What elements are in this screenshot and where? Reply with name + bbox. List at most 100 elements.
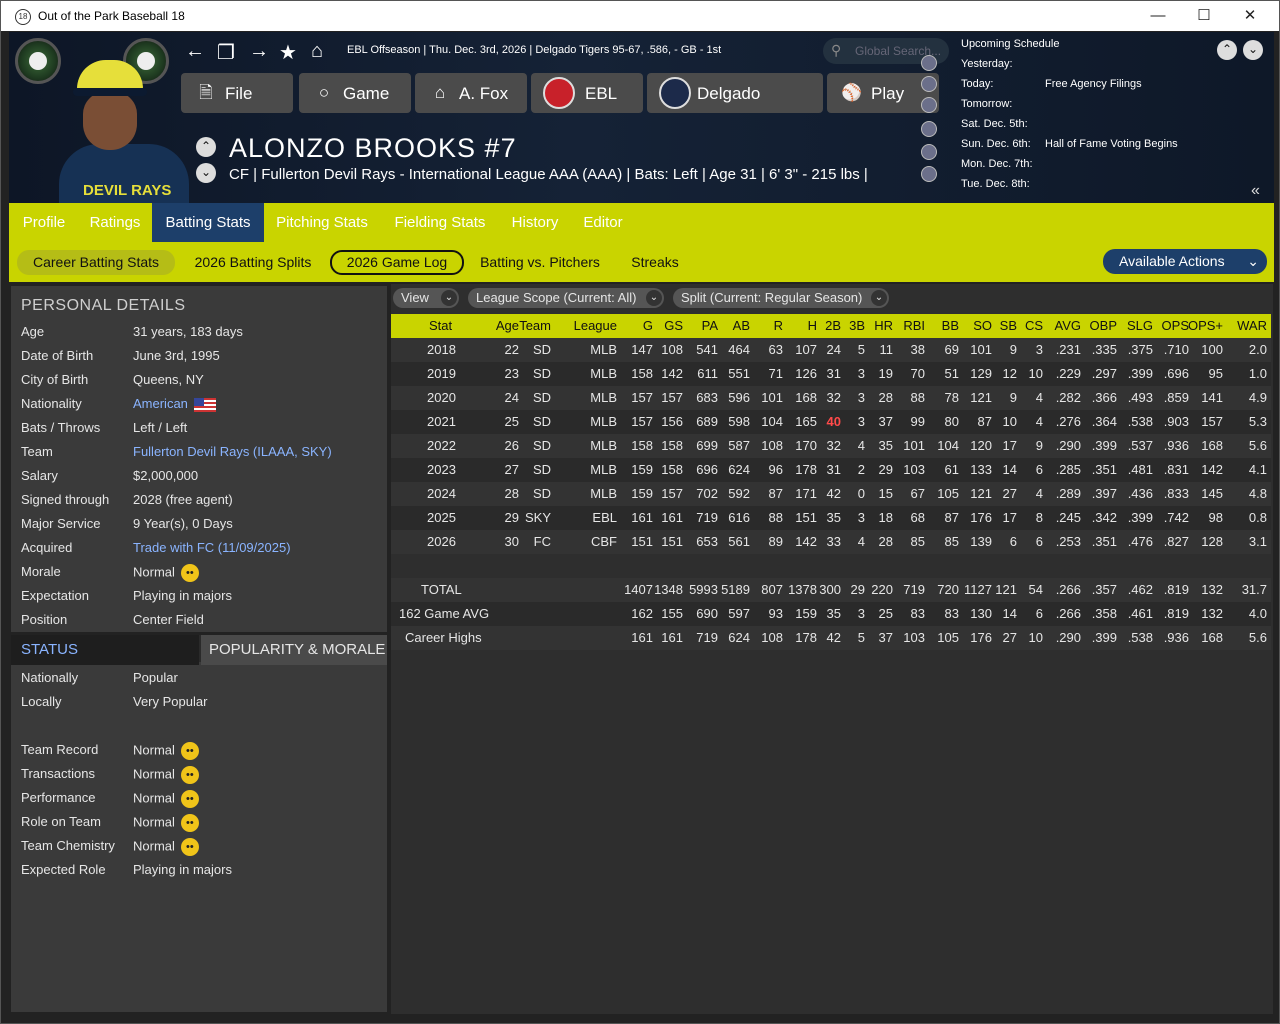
maximize-icon[interactable]: ☐: [1181, 1, 1227, 31]
copy-icon[interactable]: ❐: [217, 40, 235, 65]
team-button[interactable]: Delgado: [647, 73, 823, 113]
subtab-game-log[interactable]: 2026 Game Log: [330, 250, 464, 275]
subtab-streaks[interactable]: Streaks: [623, 250, 687, 275]
table-cell: 132: [1201, 606, 1223, 621]
tab-editor[interactable]: Editor: [571, 203, 635, 242]
close-icon[interactable]: ✕: [1227, 1, 1273, 31]
column-header[interactable]: AB: [733, 318, 750, 333]
tab-history[interactable]: History: [503, 203, 567, 242]
table-row[interactable]: 2020 24 SD MLB 157 157 683 596 101 168 32 3 28 88 78 12…: [391, 386, 1271, 410]
column-header[interactable]: PA: [702, 318, 718, 333]
trade-link[interactable]: Trade with FC (11/09/2025): [133, 540, 291, 555]
previous-player-icon[interactable]: ⌃: [196, 137, 216, 157]
table-cell: 25: [504, 414, 519, 429]
tab-profile[interactable]: Profile: [9, 203, 79, 242]
column-header[interactable]: SB: [1000, 318, 1017, 333]
schedule-up-icon[interactable]: ⌃: [1217, 40, 1237, 60]
team-link[interactable]: Fullerton Devil Rays (ILAAA, SKY): [133, 444, 332, 459]
column-header[interactable]: 2B: [825, 318, 841, 333]
tab-pitching-stats[interactable]: Pitching Stats: [265, 203, 379, 242]
table-row[interactable]: 2025 29 SKY EBL 161 161 719 616 88 151 35 3 18 68 87 17…: [391, 506, 1271, 530]
table-row[interactable]: 2026 30 FC CBF 151 151 653 561 89 142 33 4 28 85 85 139…: [391, 530, 1271, 554]
column-header[interactable]: AVG: [1055, 318, 1082, 333]
table-cell: 616: [728, 510, 750, 525]
tab-status[interactable]: STATUS: [11, 635, 199, 665]
table-cell: 168: [795, 390, 817, 405]
table-row[interactable]: 2022 26 SD MLB 158 158 699 587 108 170 32 4 35 101 104…: [391, 434, 1271, 458]
nationality-link[interactable]: American: [133, 396, 216, 412]
table-cell: .710: [1163, 342, 1189, 357]
table-cell: 87: [768, 486, 783, 501]
table-row[interactable]: 162 Game AVG 162 155 690 597 93 159 35 3 25 83 83 13…: [391, 602, 1271, 626]
league-mini-icon: [921, 166, 937, 182]
column-header[interactable]: OPS: [1162, 318, 1189, 333]
column-header[interactable]: H: [808, 318, 817, 333]
table-cell: 35: [878, 438, 893, 453]
table-row[interactable]: 2024 28 SD MLB 159 157 702 592 87 171 42 0 15 67 105 12…: [391, 482, 1271, 506]
schedule-down-icon[interactable]: ⌄: [1243, 40, 1263, 60]
column-header[interactable]: Stat: [429, 318, 452, 333]
column-header[interactable]: SO: [973, 318, 992, 333]
table-row[interactable]: 2023 27 SD MLB 159 158 696 624 96 178 31 2 29 103 61 13…: [391, 458, 1271, 482]
tab-popularity-morale[interactable]: POPULARITY & MORALE: [201, 635, 387, 665]
table-row[interactable]: TOTAL 1407 1348 5993 5189 807 1378 300 29 220 719 7…: [391, 578, 1271, 602]
column-header[interactable]: GS: [664, 318, 683, 333]
forward-arrow-icon[interactable]: →: [249, 40, 269, 63]
column-header[interactable]: Team: [519, 318, 551, 333]
column-header[interactable]: League: [574, 318, 617, 333]
collapse-icon[interactable]: «: [1251, 182, 1260, 200]
view-dropdown[interactable]: View ⌄: [393, 288, 459, 308]
schedule-row: Tomorrow:: [961, 98, 1013, 110]
table-cell: .366: [1091, 390, 1117, 405]
table-cell: 108: [661, 342, 683, 357]
tab-batting-stats[interactable]: Batting Stats: [152, 203, 264, 242]
column-header[interactable]: G: [643, 318, 653, 333]
game-button[interactable]: ○ Game: [299, 73, 411, 113]
player-photo: DEVIL RAYS: [55, 58, 195, 203]
league-button[interactable]: EBL: [531, 73, 643, 113]
column-header[interactable]: Age: [496, 318, 519, 333]
column-header[interactable]: CS: [1025, 318, 1043, 333]
league-scope-dropdown[interactable]: League Scope (Current: All) ⌄: [468, 288, 664, 308]
table-row[interactable]: Career Highs 161 161 719 624 108 178 42 5 37 103 10…: [391, 626, 1271, 650]
table-cell: 132: [1201, 582, 1223, 597]
table-row[interactable]: 2019 23 SD MLB 158 142 611 551 71 126 31 3 19 70 51 129…: [391, 362, 1271, 386]
column-header[interactable]: BB: [942, 318, 959, 333]
available-actions-button[interactable]: Available Actions ⌄: [1103, 249, 1267, 274]
file-button[interactable]: 🗎 File: [181, 73, 293, 113]
subtab-career-batting-stats[interactable]: Career Batting Stats: [17, 250, 175, 275]
table-row[interactable]: 2021 25 SD MLB 157 156 689 598 104 165 40 3 37 99 80 87…: [391, 410, 1271, 434]
table-cell: 551: [728, 366, 750, 381]
tab-fielding-stats[interactable]: Fielding Stats: [383, 203, 497, 242]
table-cell: .253: [1055, 534, 1081, 549]
table-cell: 168: [1201, 630, 1223, 645]
table-cell: 161: [631, 510, 653, 525]
column-header[interactable]: R: [774, 318, 783, 333]
subtab-batting-splits[interactable]: 2026 Batting Splits: [183, 250, 323, 275]
detail-row-position: Position Center Field: [21, 612, 204, 627]
table-cell: .290: [1055, 438, 1081, 453]
column-header[interactable]: WAR: [1237, 318, 1267, 333]
table-cell: MLB: [590, 438, 617, 453]
column-header[interactable]: OPS+: [1188, 318, 1223, 333]
table-row[interactable]: 2018 22 SD MLB 147 108 541 464 63 107 24 5 11 38 69 101…: [391, 338, 1271, 362]
column-header[interactable]: 3B: [849, 318, 865, 333]
tab-ratings[interactable]: Ratings: [79, 203, 151, 242]
next-player-icon[interactable]: ⌄: [196, 163, 216, 183]
table-cell: .819: [1163, 582, 1189, 597]
manager-button[interactable]: ⌂ A. Fox: [415, 73, 527, 113]
star-icon[interactable]: ★: [279, 40, 297, 65]
table-cell: 42: [826, 630, 841, 645]
subtab-batting-vs-pitchers[interactable]: Batting vs. Pitchers: [471, 250, 609, 275]
detail-row-acquired: Acquired Trade with FC (11/09/2025): [21, 540, 291, 555]
home-icon[interactable]: ⌂: [311, 40, 323, 63]
back-arrow-icon[interactable]: ←: [185, 40, 205, 63]
column-header[interactable]: RBI: [903, 318, 925, 333]
minimize-icon[interactable]: —: [1135, 1, 1181, 31]
column-header[interactable]: OBP: [1090, 318, 1117, 333]
column-header[interactable]: HR: [874, 318, 893, 333]
column-header[interactable]: SLG: [1127, 318, 1153, 333]
schedule-row: Sat. Dec. 5th:: [961, 118, 1028, 130]
split-dropdown[interactable]: Split (Current: Regular Season) ⌄: [673, 288, 889, 308]
table-cell: 561: [728, 534, 750, 549]
